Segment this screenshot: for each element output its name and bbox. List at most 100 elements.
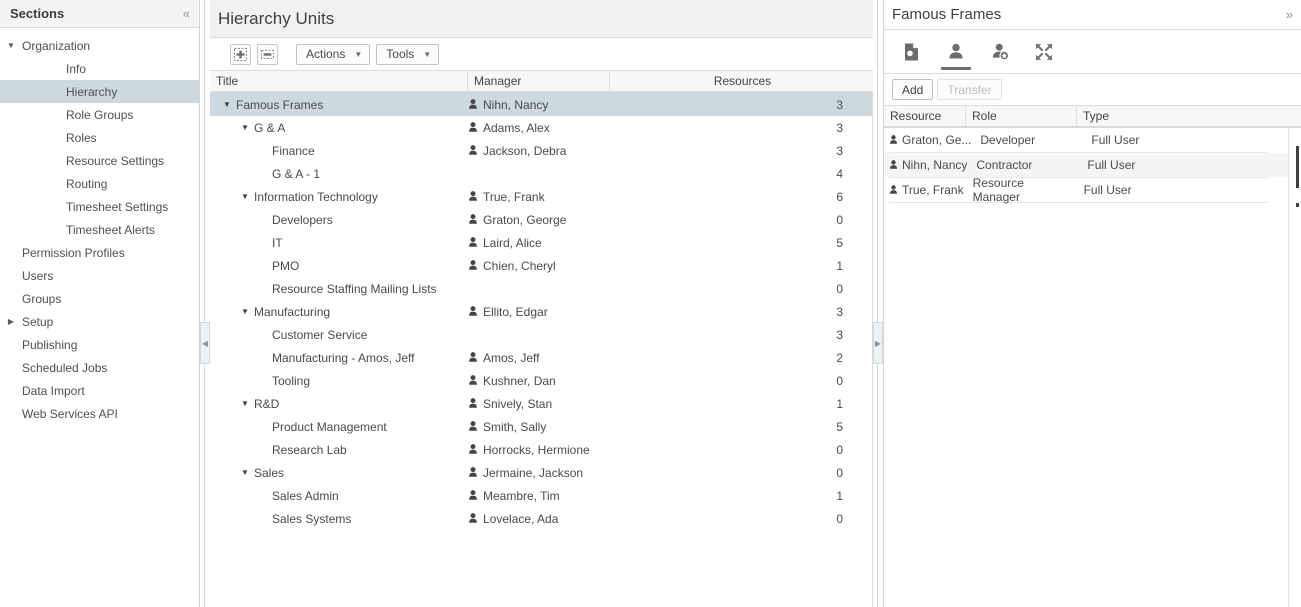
- table-row[interactable]: Sales Admin Meambre, Tim 1: [210, 484, 873, 507]
- resource-row[interactable]: Nihn, Nancy Contractor Full User: [884, 153, 1301, 177]
- table-row[interactable]: Tooling Kushner, Dan 0: [210, 369, 873, 392]
- details-scrollbar[interactable]: [1288, 128, 1301, 607]
- person-icon: [889, 159, 898, 170]
- sidebar-item-roles[interactable]: Roles: [0, 126, 199, 149]
- caret-right-icon[interactable]: ▶: [0, 317, 22, 326]
- column-header-resource[interactable]: Resource: [884, 106, 966, 126]
- table-row[interactable]: ▼ R&D Snively, Stan 1: [210, 392, 873, 415]
- cell-title: ▼ Sales: [210, 461, 468, 484]
- row-separator: [889, 202, 1269, 203]
- sidebar-item-label: Timesheet Alerts: [66, 222, 155, 237]
- table-row[interactable]: ▼ Famous Frames Nihn, Nancy 3: [210, 93, 873, 116]
- caret-down-icon[interactable]: ▼: [236, 192, 254, 201]
- resources-count: 6: [836, 189, 843, 204]
- chevron-double-left-icon[interactable]: «: [182, 5, 191, 22]
- column-header-resources[interactable]: Resources: [610, 71, 875, 91]
- sidebar-item-role-groups[interactable]: Role Groups: [0, 103, 199, 126]
- cell-title: Sales Systems: [210, 507, 468, 530]
- manager-name: Jermaine, Jackson: [483, 465, 584, 480]
- column-header-type[interactable]: Type: [1077, 106, 1301, 126]
- resources-count: 3: [836, 97, 843, 112]
- sidebar-item-timesheet-alerts[interactable]: Timesheet Alerts: [0, 218, 199, 241]
- manager-name: Snively, Stan: [483, 396, 553, 411]
- table-row[interactable]: Product Management Smith, Sally 5: [210, 415, 873, 438]
- person-icon: [468, 467, 478, 478]
- table-row[interactable]: Sales Systems Lovelace, Ada 0: [210, 507, 873, 530]
- sidebar-item-organization[interactable]: ▼ Organization: [0, 34, 199, 57]
- sidebar-item-label: Organization: [22, 38, 91, 53]
- sidebar-item-info[interactable]: Info: [0, 57, 199, 80]
- sidebar-item-permission-profiles[interactable]: Permission Profiles: [0, 241, 199, 264]
- actions-dropdown-button[interactable]: Actions ▼: [296, 43, 371, 65]
- right-splitter[interactable]: ▶: [873, 0, 883, 607]
- caret-down-icon[interactable]: ▼: [236, 123, 254, 132]
- cell-manager: Lovelace, Ada: [468, 507, 610, 530]
- sidebar-item-web-services-api[interactable]: Web Services API: [0, 402, 199, 425]
- sidebar-item-list: ▼ Organization Info Hierarchy Role Groups Rol…: [0, 28, 199, 425]
- splitter-line: [877, 0, 878, 607]
- manager-name: Smith, Sally: [483, 419, 547, 434]
- sidebar-item-scheduled-jobs[interactable]: Scheduled Jobs: [0, 356, 199, 379]
- chevron-double-right-icon[interactable]: »: [1286, 7, 1293, 22]
- resources-count: 0: [836, 465, 843, 480]
- hierarchy-table-header: Title Manager Resources: [210, 70, 873, 93]
- tools-dropdown-button[interactable]: Tools ▼: [376, 43, 440, 65]
- left-splitter[interactable]: ◀: [200, 0, 210, 607]
- table-row[interactable]: Customer Service 3: [210, 323, 873, 346]
- caret-down-icon[interactable]: ▼: [0, 41, 22, 50]
- resources-count: 4: [836, 166, 843, 181]
- add-button[interactable]: Add: [892, 79, 934, 100]
- manager-name: Ellito, Edgar: [483, 304, 548, 319]
- person-icon: [468, 237, 478, 248]
- tab-person-star[interactable]: [978, 30, 1022, 74]
- table-row[interactable]: Manufacturing - Amos, Jeff Amos, Jeff 2: [210, 346, 873, 369]
- resource-row[interactable]: True, Frank Resource Manager Full User: [884, 176, 1301, 204]
- table-row[interactable]: Resource Staffing Mailing Lists 0: [210, 277, 873, 300]
- person-icon: [468, 122, 478, 133]
- sidebar-item-timesheet-settings[interactable]: Timesheet Settings: [0, 195, 199, 218]
- tab-document-search[interactable]: [890, 30, 934, 74]
- sidebar-item-data-import[interactable]: Data Import: [0, 379, 199, 402]
- table-row[interactable]: ▼ Information Technology True, Frank 6: [210, 185, 873, 208]
- resources-table-header: Resource Role Type: [884, 106, 1301, 128]
- tab-person[interactable]: [934, 30, 978, 74]
- sidebar-item-groups[interactable]: Groups: [0, 287, 199, 310]
- column-header-title[interactable]: Title: [210, 71, 468, 91]
- table-row[interactable]: Developers Graton, George 0: [210, 208, 873, 231]
- table-row[interactable]: ▼ G & A Adams, Alex 3: [210, 116, 873, 139]
- table-row[interactable]: PMO Chien, Cheryl 1: [210, 254, 873, 277]
- sidebar-item-setup[interactable]: ▶ Setup: [0, 310, 199, 333]
- sidebar-item-users[interactable]: Users: [0, 264, 199, 287]
- details-panel: Famous Frames » Add Transfer Resource Ro…: [883, 0, 1301, 607]
- cell-resources: 3: [610, 323, 873, 346]
- scrollbar-thumb[interactable]: [1296, 146, 1299, 188]
- resource-row[interactable]: Graton, Ge... Developer Full User: [884, 128, 1301, 152]
- table-row[interactable]: ▼ Sales Jermaine, Jackson 0: [210, 461, 873, 484]
- caret-down-icon[interactable]: ▼: [218, 100, 236, 109]
- scrollbar-thumb-secondary[interactable]: [1296, 203, 1299, 207]
- sidebar-item-resource-settings[interactable]: Resource Settings: [0, 149, 199, 172]
- column-header-role[interactable]: Role: [966, 106, 1077, 126]
- table-row[interactable]: ▼ Manufacturing Ellito, Edgar 3: [210, 300, 873, 323]
- sidebar-item-routing[interactable]: Routing: [0, 172, 199, 195]
- tab-expand-arrows[interactable]: [1022, 30, 1066, 74]
- collapse-all-minus-icon[interactable]: [257, 43, 278, 65]
- collapse-left-arrow-icon[interactable]: ◀: [200, 322, 210, 364]
- cell-title: IT: [210, 231, 468, 254]
- caret-down-icon[interactable]: ▼: [236, 399, 254, 408]
- collapse-right-arrow-icon[interactable]: ▶: [873, 322, 883, 364]
- table-row[interactable]: Finance Jackson, Debra 3: [210, 139, 873, 162]
- sidebar-item-hierarchy[interactable]: Hierarchy: [0, 80, 199, 103]
- sidebar-item-publishing[interactable]: Publishing: [0, 333, 199, 356]
- cell-resources: 0: [610, 208, 873, 231]
- table-row[interactable]: G & A - 1 4: [210, 162, 873, 185]
- details-panel-actions: Add Transfer: [884, 74, 1301, 106]
- table-row[interactable]: Research Lab Horrocks, Hermione 0: [210, 438, 873, 461]
- caret-down-icon[interactable]: ▼: [236, 307, 254, 316]
- table-row[interactable]: IT Laird, Alice 5: [210, 231, 873, 254]
- column-header-manager[interactable]: Manager: [468, 71, 610, 91]
- expand-all-plus-icon[interactable]: [230, 43, 251, 65]
- cell-manager: Nihn, Nancy: [468, 93, 610, 116]
- caret-down-icon[interactable]: ▼: [236, 468, 254, 477]
- person-icon: [468, 306, 478, 317]
